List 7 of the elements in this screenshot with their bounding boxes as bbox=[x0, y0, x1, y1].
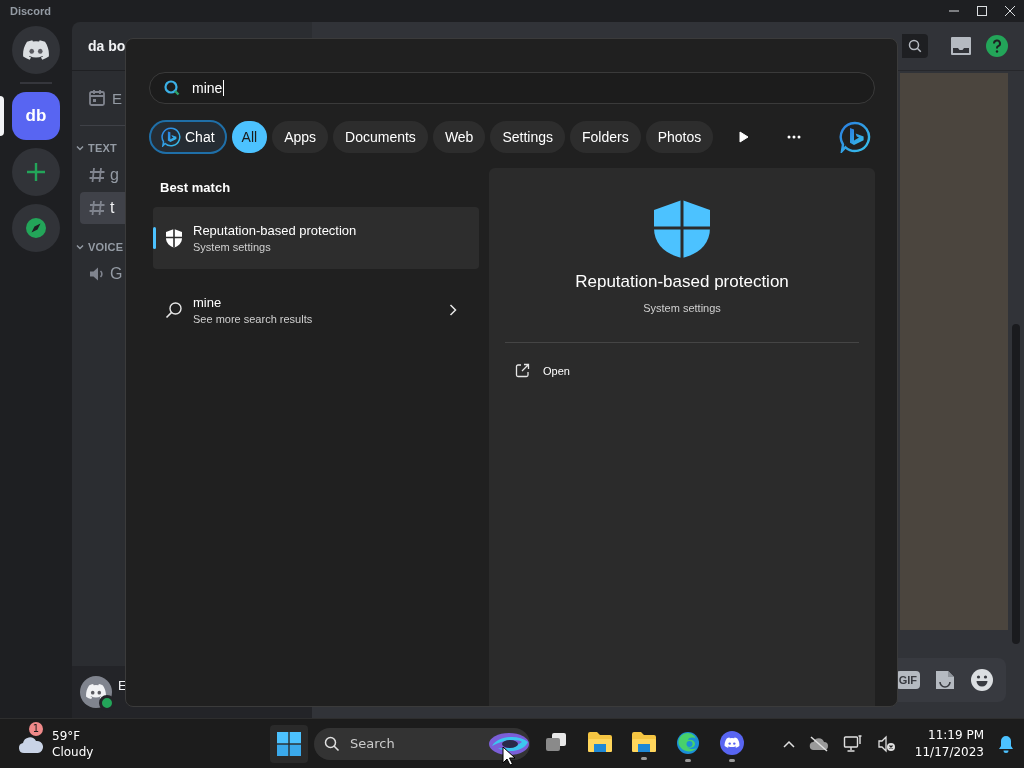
section-heading: Best match bbox=[160, 180, 232, 195]
temperature: 59°F bbox=[52, 727, 82, 744]
weather-condition: Cloudy bbox=[52, 743, 94, 760]
app-title: Discord bbox=[10, 5, 51, 17]
notification-badge: 1 bbox=[29, 721, 43, 736]
preview-subtitle: System settings bbox=[643, 302, 721, 314]
preview-title: Reputation-based protection bbox=[575, 272, 789, 292]
